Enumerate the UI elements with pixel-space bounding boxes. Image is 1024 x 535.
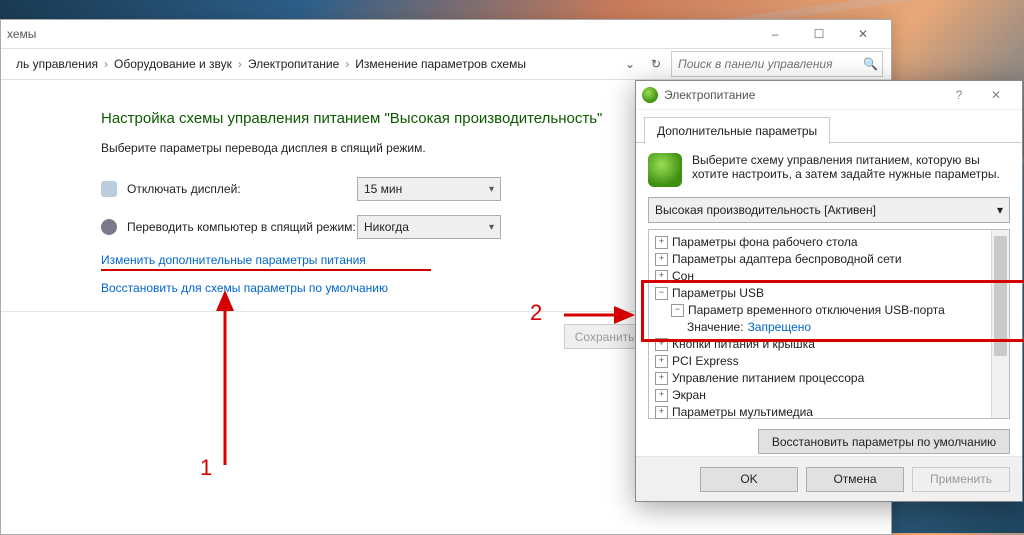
dialog-footer: OK Отмена Применить	[636, 456, 1022, 501]
collapse-icon[interactable]: −	[671, 304, 684, 317]
collapse-icon[interactable]: −	[655, 287, 668, 300]
tree-node-pci-express[interactable]: +PCI Express	[655, 353, 1009, 370]
breadcrumb-history-dropdown[interactable]: ⌄	[619, 53, 641, 75]
search-icon[interactable]: 🔍	[859, 57, 878, 71]
breadcrumb-hardware-sound[interactable]: Оборудование и звук	[110, 57, 236, 71]
expand-icon[interactable]: +	[655, 389, 668, 402]
chevron-right-icon: ›	[102, 57, 110, 71]
close-button[interactable]: ✕	[841, 20, 885, 48]
restore-plan-defaults-button[interactable]: Восстановить параметры по умолчанию	[758, 429, 1010, 454]
link-change-advanced-power-settings[interactable]: Изменить дополнительные параметры питани…	[101, 253, 431, 271]
dialog-title: Электропитание	[664, 88, 942, 102]
active-plan-select[interactable]: Высокая производительность [Активен] ▾	[648, 197, 1010, 223]
tree-node-desktop-background[interactable]: +Параметры фона рабочего стола	[655, 234, 1009, 251]
power-plug-icon	[642, 87, 658, 103]
breadcrumb-power-options[interactable]: Электропитание	[244, 57, 343, 71]
dialog-title-bar: Электропитание ? ✕	[636, 81, 1022, 110]
expand-icon[interactable]: +	[655, 270, 668, 283]
tree-scrollbar[interactable]	[991, 230, 1009, 418]
scroll-thumb[interactable]	[994, 236, 1007, 356]
tree-node-usb-settings[interactable]: −Параметры USB	[655, 285, 1009, 302]
expand-icon[interactable]: +	[655, 253, 668, 266]
tree-node-wireless-adapter[interactable]: +Параметры адаптера беспроводной сети	[655, 251, 1009, 268]
tree-node-sleep[interactable]: +Сон	[655, 268, 1009, 285]
minimize-button[interactable]: ‒	[753, 20, 797, 48]
tree-node-processor-power[interactable]: +Управление питанием процессора	[655, 370, 1009, 387]
search-input[interactable]	[676, 56, 859, 72]
value-label: Значение:	[687, 319, 744, 336]
breadcrumb-edit-plan[interactable]: Изменение параметров схемы	[351, 57, 530, 71]
turn-off-display-value: 15 мин	[364, 182, 402, 196]
turn-off-display-select[interactable]: 15 мин ▾	[357, 177, 501, 201]
tree-node-multimedia[interactable]: +Параметры мультимедиа	[655, 404, 1009, 421]
chevron-right-icon: ›	[236, 57, 244, 71]
maximize-button[interactable]: ☐	[797, 20, 841, 48]
display-icon	[101, 181, 117, 197]
search-box[interactable]: 🔍	[671, 51, 883, 77]
expand-icon[interactable]: +	[655, 372, 668, 385]
power-options-icon	[648, 153, 682, 187]
breadcrumb-control-panel[interactable]: ль управления	[12, 57, 102, 71]
sleep-value: Никогда	[364, 220, 409, 234]
chevron-down-icon: ▾	[997, 203, 1003, 217]
refresh-button[interactable]: ↻	[645, 53, 667, 75]
expand-icon[interactable]: +	[655, 338, 668, 351]
dialog-close-button[interactable]: ✕	[976, 88, 1016, 102]
turn-off-display-label: Отключать дисплей:	[127, 182, 357, 196]
help-button[interactable]: ?	[942, 88, 976, 102]
expand-icon[interactable]: +	[655, 236, 668, 249]
dialog-description: Выберите схему управления питанием, кото…	[692, 153, 1010, 187]
sleep-select[interactable]: Никогда ▾	[357, 215, 501, 239]
expand-icon[interactable]: +	[655, 406, 668, 419]
power-options-advanced-dialog: Электропитание ? ✕ Дополнительные параме…	[635, 80, 1023, 502]
dialog-tab-strip: Дополнительные параметры	[636, 110, 1022, 143]
usb-suspend-value[interactable]: Запрещено	[748, 319, 811, 336]
dialog-description-row: Выберите схему управления питанием, кото…	[648, 153, 1010, 187]
tree-node-usb-selective-suspend[interactable]: −Параметр временного отключения USB-порт…	[655, 302, 1009, 319]
breadcrumb-path[interactable]: ль управления› Оборудование и звук› Элек…	[9, 51, 619, 77]
chevron-down-icon: ▾	[489, 184, 494, 195]
tree-node-display[interactable]: +Экран	[655, 387, 1009, 404]
tree-node-power-buttons-lid[interactable]: +Кнопки питания и крышка	[655, 336, 1009, 353]
tab-advanced-settings[interactable]: Дополнительные параметры	[644, 117, 830, 145]
parent-title-bar: хемы ‒ ☐ ✕	[1, 20, 891, 49]
active-plan-value: Высокая производительность [Активен]	[655, 203, 876, 217]
settings-tree[interactable]: +Параметры фона рабочего стола +Параметр…	[649, 230, 1009, 425]
sleep-label: Переводить компьютер в спящий режим:	[127, 220, 357, 234]
parent-window-title: хемы	[7, 27, 753, 41]
settings-tree-pane: +Параметры фона рабочего стола +Параметр…	[648, 229, 1010, 419]
ok-button[interactable]: OK	[700, 467, 798, 492]
chevron-right-icon: ›	[343, 57, 351, 71]
tree-node-usb-suspend-value-row[interactable]: Значение:Запрещено	[655, 319, 1009, 336]
moon-icon	[101, 219, 117, 235]
dialog-cancel-button[interactable]: Отмена	[806, 467, 904, 492]
apply-button: Применить	[912, 467, 1010, 492]
breadcrumb-bar: ль управления› Оборудование и звук› Элек…	[1, 49, 891, 80]
chevron-down-icon: ▾	[489, 222, 494, 233]
expand-icon[interactable]: +	[655, 355, 668, 368]
